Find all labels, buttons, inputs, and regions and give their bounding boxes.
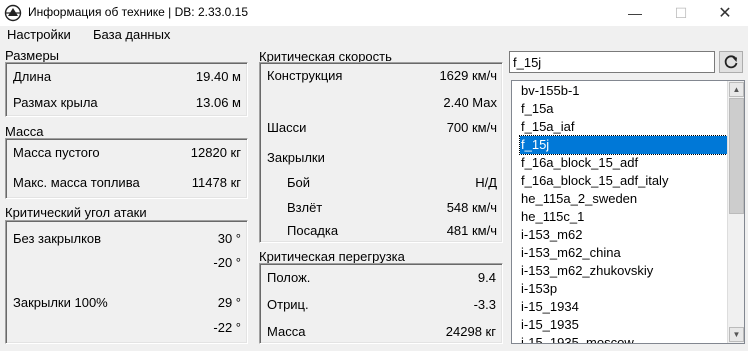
list-item[interactable]: i-153p [520, 280, 727, 298]
menu-database[interactable]: База данных [93, 27, 170, 42]
list-item[interactable]: he_115a_2_sweden [520, 190, 727, 208]
app-icon [4, 4, 22, 22]
maximize-button[interactable]: ☐ [658, 0, 704, 26]
takeoff-speed-value: 548 км/ч [446, 200, 497, 215]
flaps-100-negative-value: -22 ° [213, 320, 241, 335]
list-item[interactable]: f_15a_iaf [520, 118, 727, 136]
combat-speed-value: Н/Д [475, 175, 497, 190]
minimize-button[interactable]: — [612, 0, 658, 26]
takeoff-label: Взлёт [287, 200, 323, 215]
no-flaps-positive-value: 30 ° [217, 231, 241, 246]
empty-mass-label: Масса пустого [13, 145, 100, 160]
length-value: 19.40 м [195, 69, 241, 84]
size-group-title: Размеры [5, 48, 60, 63]
minimize-icon: — [628, 5, 642, 21]
gear-label: Шасси [267, 120, 307, 135]
list-item[interactable]: i-153_m62 [520, 226, 727, 244]
aoa-group-title: Критический угол атаки [5, 205, 147, 220]
refresh-icon [724, 55, 738, 69]
list-item[interactable]: bv-155b-1 [520, 82, 727, 100]
positive-overload-label: Полож. [267, 270, 311, 285]
overload-mass-label: Масса [267, 324, 306, 339]
vehicle-list[interactable]: bv-155b-1 f_15a f_15a_iaf f_15j f_16a_block_… [511, 80, 745, 344]
flaps-100-positive-value: 29 ° [217, 295, 241, 310]
landing-speed-value: 481 км/ч [446, 223, 497, 238]
list-item[interactable]: i-153_m62_china [520, 244, 727, 262]
flaps-label: Закрылки [267, 150, 325, 165]
scroll-thumb[interactable] [729, 98, 744, 214]
list-item[interactable]: f_16a_block_15_adf [520, 154, 727, 172]
chevron-down-icon: ▼ [732, 330, 741, 339]
negative-overload-label: Отриц. [267, 297, 309, 312]
list-item[interactable]: i-153_m62_zhukovskiy [520, 262, 727, 280]
no-flaps-negative-value: -20 ° [213, 255, 241, 270]
title-bar: Информация об технике | DB: 2.33.0.15 — … [0, 0, 748, 26]
overload-group-title: Критическая перегрузка [259, 249, 405, 264]
list-item[interactable]: f_15a [520, 100, 727, 118]
wingspan-label: Размах крыла [13, 95, 98, 110]
close-button[interactable]: ✕ [702, 0, 748, 26]
scroll-down-button[interactable]: ▼ [729, 327, 744, 342]
gear-speed-value: 700 км/ч [446, 120, 497, 135]
maximize-icon: ☐ [674, 4, 688, 21]
empty-mass-value: 12820 кг [190, 145, 241, 160]
structure-speed-value: 1629 км/ч [439, 68, 497, 83]
landing-label: Посадка [287, 223, 339, 238]
chevron-up-icon: ▲ [732, 85, 741, 94]
fuel-mass-label: Макс. масса топлива [13, 175, 140, 190]
positive-overload-value: 9.4 [477, 270, 496, 285]
list-item[interactable]: i-15_1935_moscow [520, 334, 727, 343]
overload-mass-value: 24298 кг [445, 324, 496, 339]
combat-label: Бой [287, 175, 311, 190]
wingspan-value: 13.06 м [195, 95, 241, 110]
refresh-button[interactable] [719, 51, 743, 73]
list-item[interactable]: i-15_1934 [520, 298, 727, 316]
list-item[interactable]: he_115c_1 [520, 208, 727, 226]
list-item[interactable]: f_16a_block_15_adf_italy [520, 172, 727, 190]
flaps-100-label: Закрылки 100% [13, 295, 108, 310]
fuel-mass-value: 11478 кг [191, 175, 241, 190]
search-input[interactable] [509, 51, 715, 73]
no-flaps-label: Без закрылков [13, 231, 102, 246]
list-scrollbar[interactable]: ▲ ▼ [727, 81, 744, 343]
scroll-up-button[interactable]: ▲ [729, 82, 744, 97]
menu-bar: Настройки База данных [0, 26, 748, 44]
negative-overload-value: -3.3 [473, 297, 496, 312]
structure-label: Конструкция [267, 68, 343, 83]
close-icon: ✕ [718, 5, 732, 22]
menu-settings[interactable]: Настройки [7, 27, 71, 42]
mach-value: 2.40 Мах [443, 95, 497, 110]
list-item[interactable]: f_15j [519, 135, 728, 155]
length-label: Длина [13, 69, 52, 84]
list-item[interactable]: i-15_1935 [520, 316, 727, 334]
mass-group-title: Масса [5, 124, 44, 139]
window-title: Информация об технике | DB: 2.33.0.15 [28, 5, 249, 19]
